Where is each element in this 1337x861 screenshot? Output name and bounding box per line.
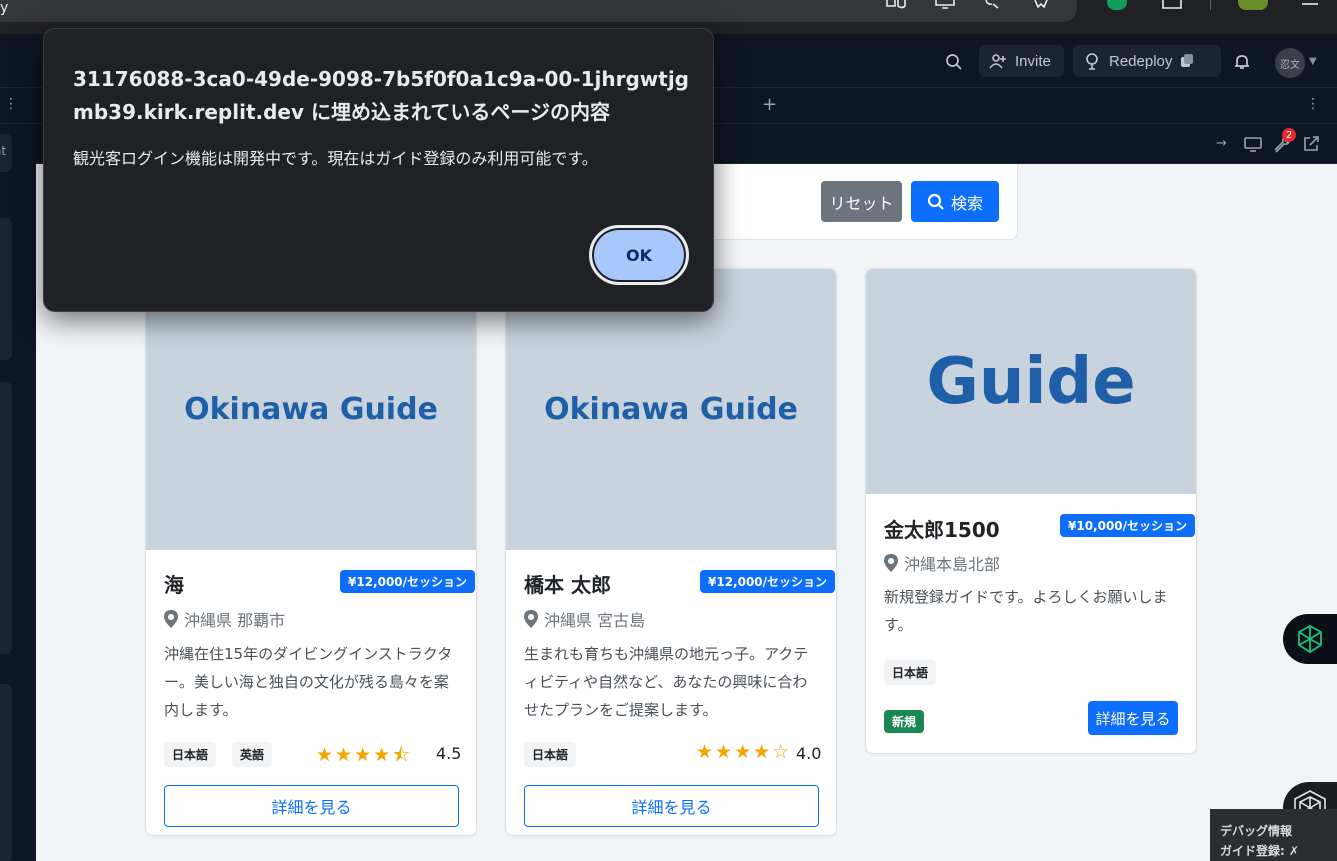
devtools-badge: 2 <box>1282 128 1296 142</box>
language-tag: 日本語 <box>164 742 217 767</box>
rating-value: 4.0 <box>796 744 822 763</box>
dialog-title: 31176088-3ca0-49de-9098-7b5f0f0a1c9a-00-… <box>73 67 689 124</box>
guide-image: Guide <box>866 269 1196 494</box>
openai-logo-icon <box>1298 624 1322 654</box>
chevron-down-icon[interactable]: ▼ <box>1309 56 1317 67</box>
view-details-button[interactable]: 詳細を見る <box>1088 701 1178 735</box>
deploy-icon <box>1086 53 1098 70</box>
ok-button[interactable]: OK <box>589 225 689 285</box>
guide-location: 沖縄県 宮古島 <box>524 607 645 631</box>
search-icon <box>927 193 944 210</box>
star-rating: ★★★★☆ <box>696 741 792 763</box>
price-badge: ¥10,000/セッション <box>1060 514 1196 537</box>
arrow-right-icon[interactable]: → <box>1216 136 1227 151</box>
extension-chatgpt-icon[interactable] <box>1107 0 1127 10</box>
copy-icon <box>1181 54 1194 67</box>
location-text: 沖縄県 宮古島 <box>544 611 646 630</box>
chatgpt-widget[interactable] <box>1283 614 1337 664</box>
search-icon[interactable] <box>945 53 963 71</box>
map-pin-icon <box>524 610 538 628</box>
toolbar-divider <box>1210 0 1211 10</box>
sidebar-label: at <box>0 144 7 158</box>
guide-description: 生まれも育ちも沖縄県の地元っ子。アクティビティや自然など、あなたの興味に合わせた… <box>524 645 809 719</box>
search-page-icon[interactable] <box>983 0 1003 10</box>
new-badge: 新規 <box>884 710 925 733</box>
guide-name: 金太郎1500 <box>884 518 1000 542</box>
search-button[interactable]: 検索 <box>911 181 999 222</box>
view-details-button[interactable]: 詳細を見る <box>164 785 459 827</box>
alert-dialog: 31176088-3ca0-49de-9098-7b5f0f0a1c9a-00-… <box>43 28 714 312</box>
price-badge: ¥12,000/セッション <box>340 570 476 593</box>
invite-label: Invite <box>1015 52 1051 70</box>
more-vertical-icon[interactable]: ⋮ <box>4 96 18 112</box>
guide-card: Guide 金太郎1500 ¥10,000/セッション 沖縄本島北部 新規登録ガ… <box>865 268 1197 754</box>
guide-card: Okinawa Guide 橋本 太郎 ¥12,000/セッション 沖縄県 宮古… <box>505 268 837 836</box>
guide-name: 海 <box>164 573 184 597</box>
redeploy-button[interactable]: Redeploy <box>1073 45 1221 77</box>
devices-icon[interactable] <box>1244 135 1262 153</box>
cast-icon[interactable] <box>934 0 955 10</box>
dialog-message: 観光客ログイン機能は開発中です。現在はガイド登録のみ利用可能です。 <box>73 149 598 168</box>
profile-avatar[interactable] <box>1238 0 1268 10</box>
view-details-button[interactable]: 詳細を見る <box>524 785 819 827</box>
sidebar-panel <box>0 218 12 360</box>
bookmark-star-icon[interactable] <box>1031 0 1051 10</box>
language-tag: 英語 <box>232 742 273 767</box>
redeploy-label: Redeploy <box>1109 52 1173 70</box>
user-avatar-text: 忍文 <box>1280 59 1300 71</box>
location-text: 沖縄県 那覇市 <box>184 611 286 630</box>
bell-icon[interactable] <box>1233 53 1251 71</box>
rating-value: 4.5 <box>436 744 462 763</box>
guide-location: 沖縄県 那覇市 <box>164 607 285 631</box>
guide-description: 沖縄在住15年のダイビングインストラクター。美しい海と独自の文化が残る島々を案内… <box>164 645 453 719</box>
address-bar[interactable]: y <box>0 0 1077 22</box>
map-pin-icon <box>884 554 898 572</box>
guide-description: 新規登録ガイドです。よろしくお願いします。 <box>884 588 1168 634</box>
debug-line: ガイド登録: ✗ <box>1220 844 1300 858</box>
external-link-icon[interactable] <box>1302 135 1320 153</box>
add-tab-icon[interactable]: + <box>762 94 777 115</box>
debug-panel: デバッグ情報 ガイド登録: ✗ <box>1210 809 1337 861</box>
sidebar-panel <box>0 684 12 861</box>
reset-button[interactable]: リセット <box>821 181 902 222</box>
guide-card: Okinawa Guide 海 ¥12,000/セッション 沖縄県 那覇市 沖縄… <box>145 268 477 836</box>
invite-button[interactable]: Invite <box>979 45 1064 77</box>
language-tag: 日本語 <box>884 660 937 685</box>
guide-location: 沖縄本島北部 <box>884 551 1000 575</box>
chrome-menu-icon[interactable] <box>1300 0 1320 10</box>
star-rating: ★★★★⯪ <box>316 744 413 766</box>
translate-icon[interactable] <box>885 0 906 10</box>
sidebar-panel <box>0 382 12 654</box>
price-badge: ¥12,000/セッション <box>700 570 836 593</box>
guide-name: 橋本 太郎 <box>524 573 611 597</box>
map-pin-icon <box>164 610 178 628</box>
search-button-label: 検索 <box>950 193 983 213</box>
debug-title: デバッグ情報 <box>1220 824 1293 838</box>
location-text: 沖縄本島北部 <box>904 555 1001 574</box>
pane-menu-icon[interactable]: ⋮ <box>1306 96 1320 112</box>
extensions-puzzle-icon[interactable] <box>1160 0 1182 10</box>
add-user-icon <box>989 54 1006 69</box>
language-tag: 日本語 <box>524 742 577 767</box>
address-bar-text: y <box>0 0 9 16</box>
user-avatar[interactable]: 忍文 <box>1275 48 1305 78</box>
